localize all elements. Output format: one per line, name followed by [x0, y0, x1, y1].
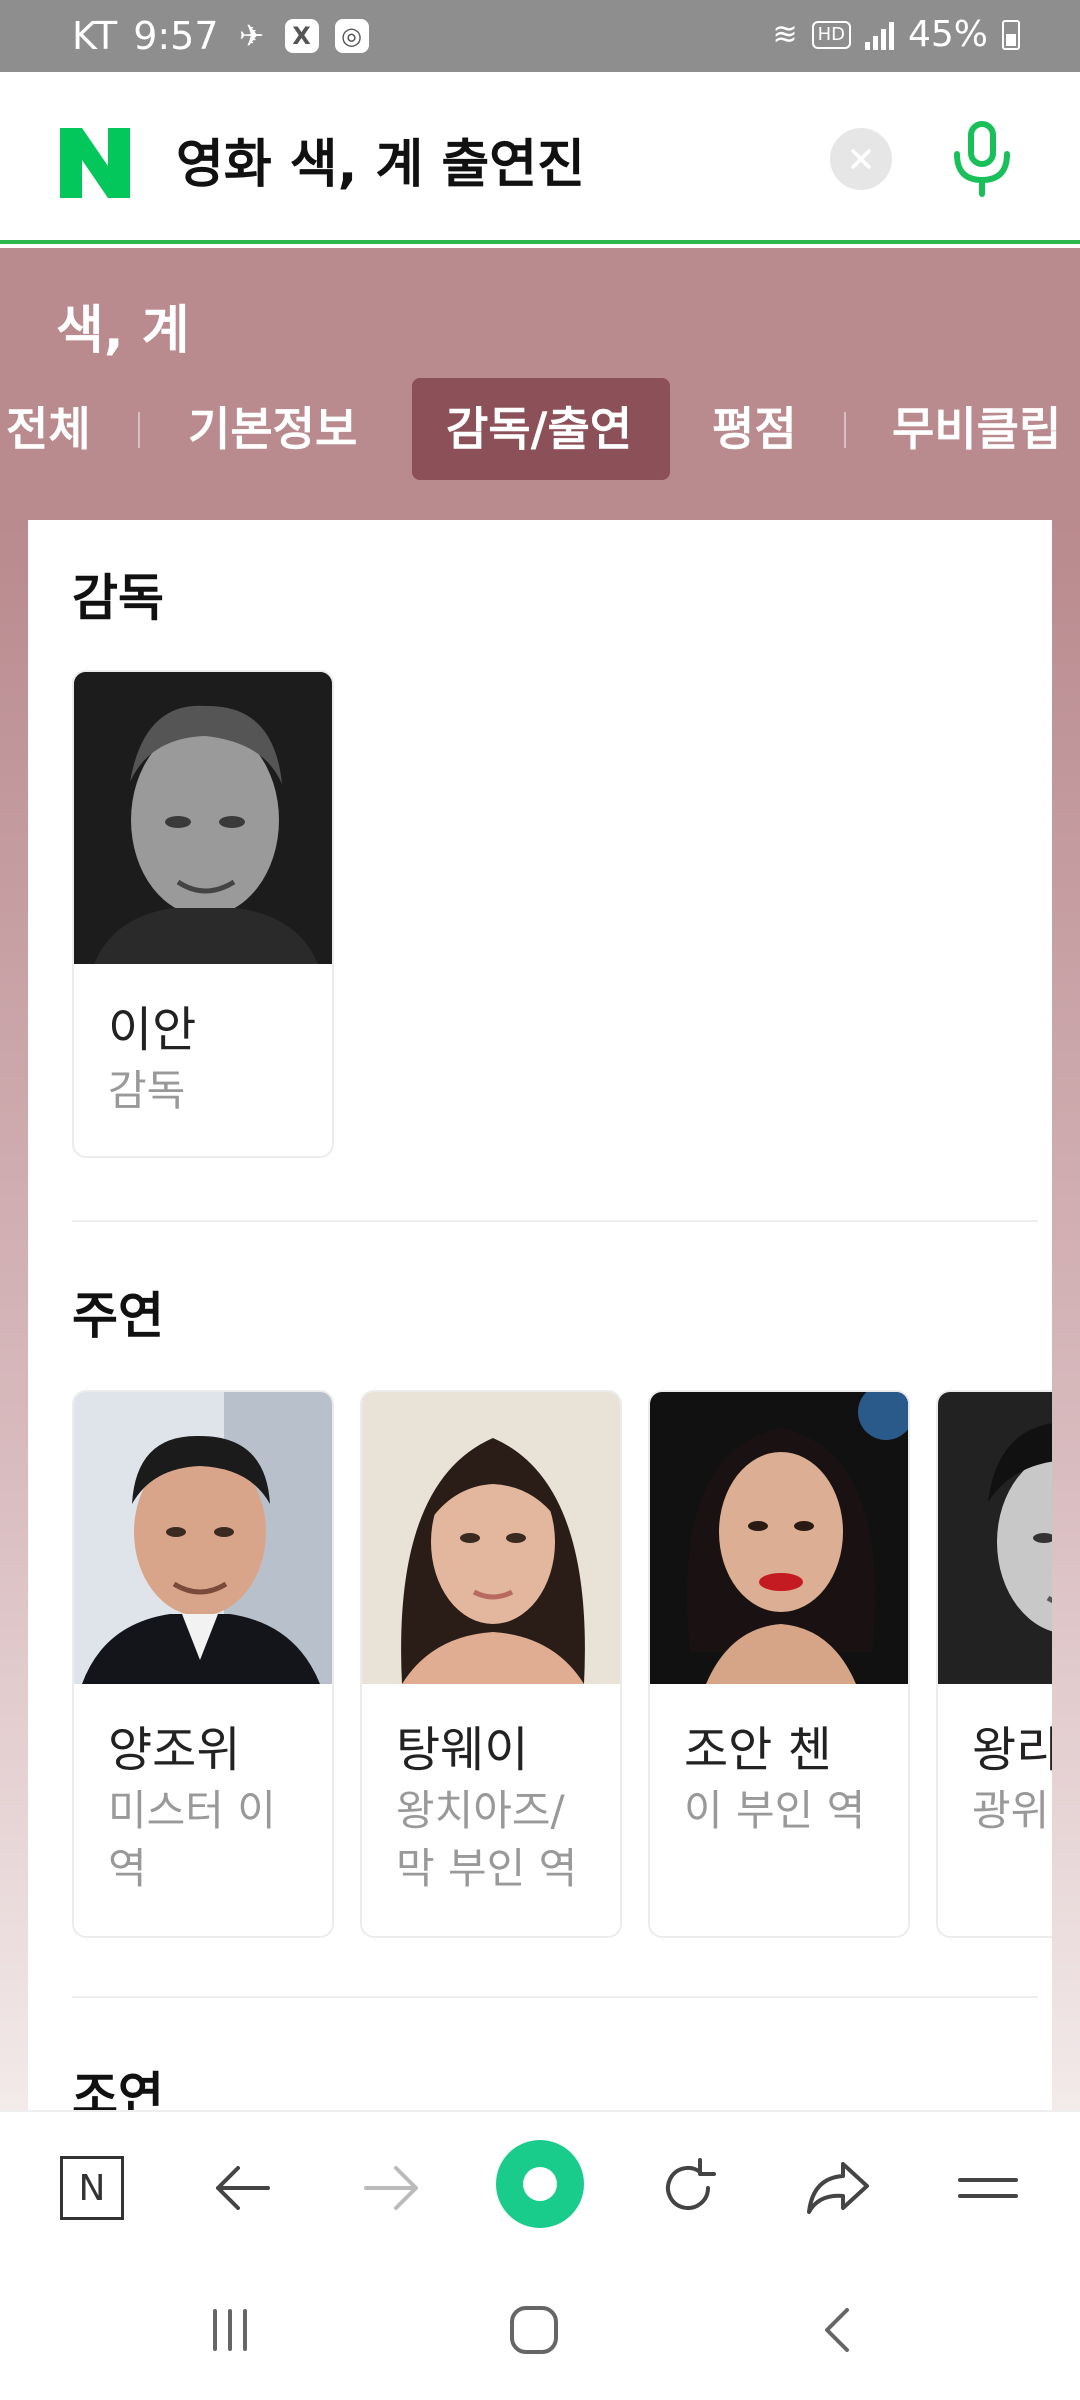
share-button[interactable] [796, 2146, 880, 2230]
search-header: 영화 색, 계 출연진 [0, 72, 1080, 244]
forward-button[interactable] [350, 2146, 434, 2230]
compass-app-icon: ◎ [334, 19, 369, 53]
status-left: KT 9:57 ✈ X ◎ [72, 14, 369, 58]
person-role: 왕치아즈/ 막 부인 역 [396, 1786, 578, 1893]
mic-icon [954, 121, 1010, 197]
person-name: 조안 첸 [684, 1722, 832, 1778]
tab-bar: 전체 기본정보 감독/출연 평점 무비클립 [0, 378, 1080, 480]
person-photo [650, 1392, 908, 1684]
person-role: 미스터 이 역 [108, 1786, 276, 1893]
home-button[interactable] [494, 2290, 574, 2370]
tab-rating[interactable]: 평점 [678, 378, 831, 480]
reload-button[interactable] [646, 2146, 730, 2230]
person-name: 왕리홍 [972, 1722, 1052, 1778]
clear-search-button[interactable] [830, 128, 892, 190]
tab-movie-clip[interactable]: 무비클립 [858, 378, 1080, 480]
tab-basic-info[interactable]: 기본정보 [154, 378, 391, 480]
back-button[interactable] [200, 2146, 284, 2230]
system-navigation [0, 2260, 1080, 2400]
back-arrow-icon [216, 2166, 270, 2210]
person-card-lead-2[interactable]: 탕웨이 왕치아즈/ 막 부인 역 [360, 1390, 622, 1938]
section-divider [72, 1996, 1038, 1998]
person-photo [362, 1392, 620, 1684]
hd-voice-icon: HD [811, 20, 851, 49]
person-role: 이 부인 역 [684, 1786, 866, 1835]
notification-icon: ✈ [238, 18, 265, 54]
person-name: 이안 [108, 1002, 197, 1058]
carrier-label: KT [72, 14, 118, 58]
tab-divider [138, 412, 140, 448]
x-app-icon: X [284, 19, 319, 53]
person-role: 광위민 [972, 1786, 1052, 1835]
person-role: 감독 [108, 1066, 186, 1115]
status-right: ≋ HD 45% [772, 14, 1020, 55]
cast-card: 감독 이안 감독 주연 양조위 미스터 이 역 탕웨이 왕치아즈/ 막 부인 역… [28, 520, 1052, 2110]
section-title-director: 감독 [72, 569, 164, 627]
search-query[interactable]: 영화 색, 계 출연진 [176, 122, 585, 197]
browser-toolbar: N [0, 2110, 1080, 2260]
naver-n-label: N [78, 2167, 106, 2209]
person-photo [74, 1392, 332, 1684]
person-photo [938, 1392, 1052, 1684]
naver-tab-button[interactable]: N [50, 2146, 134, 2230]
system-back-icon [825, 2308, 849, 2352]
section-divider [72, 1220, 1038, 1222]
clear-icon [851, 149, 871, 169]
status-bar: KT 9:57 ✈ X ◎ ≋ HD 45% [0, 0, 1080, 72]
movie-header: 색, 계 전체 기본정보 감독/출연 평점 무비클립 [0, 248, 1080, 520]
naver-logo-icon[interactable] [58, 126, 132, 200]
recent-apps-button[interactable] [190, 2290, 270, 2370]
clock: 9:57 [133, 14, 219, 58]
person-card-lead-3[interactable]: 조안 첸 이 부인 역 [648, 1390, 910, 1938]
person-name: 탕웨이 [396, 1722, 529, 1778]
tab-all[interactable]: 전체 [0, 378, 125, 480]
movie-title: 색, 계 [56, 301, 190, 361]
voice-search-button[interactable] [940, 118, 1024, 202]
tab-director-cast[interactable]: 감독/출연 [412, 378, 670, 480]
recent-apps-icon [213, 2309, 247, 2351]
menu-icon [958, 2178, 1018, 2198]
home-icon [510, 2306, 558, 2354]
home-green-button[interactable] [496, 2140, 584, 2228]
wifi-icon: ≋ [772, 17, 798, 52]
battery-percent: 45% [907, 14, 988, 55]
forward-arrow-icon [364, 2166, 418, 2210]
naver-n-icon: N [60, 2156, 124, 2220]
menu-button[interactable] [946, 2146, 1030, 2230]
signal-icon [864, 20, 894, 50]
system-back-button[interactable] [798, 2290, 878, 2370]
person-card-lead-1[interactable]: 양조위 미스터 이 역 [72, 1390, 334, 1938]
person-card-director[interactable]: 이안 감독 [72, 670, 334, 1158]
person-card-lead-4[interactable]: 왕리홍 광위민 [936, 1390, 1052, 1938]
section-title-lead: 주연 [72, 1287, 164, 1345]
battery-icon [1002, 19, 1020, 50]
section-title-supporting: 조연 [72, 2067, 164, 2110]
share-icon [807, 2162, 869, 2214]
person-name: 양조위 [108, 1722, 241, 1778]
reload-icon [666, 2158, 716, 2210]
person-photo [74, 672, 332, 964]
tab-divider [844, 412, 846, 448]
